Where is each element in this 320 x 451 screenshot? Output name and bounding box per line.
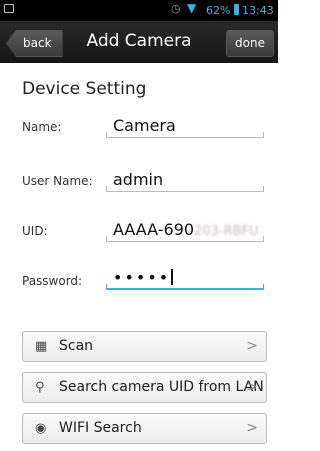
chevron-right-icon: > — [246, 379, 258, 395]
uid-label: UID: — [22, 224, 48, 238]
title-bar: back Add Camera done — [0, 21, 278, 63]
search-lan-button[interactable]: ⚲ Search camera UID from LAN > — [22, 372, 267, 403]
status-bar: ◷ ▼ 62% 13:43 — [0, 0, 278, 21]
password-field-underline — [106, 284, 264, 290]
username-label: User Name: — [22, 174, 93, 188]
name-label: Name: — [22, 120, 62, 134]
alarm-icon: ◷ — [171, 2, 181, 15]
text-cursor — [171, 269, 173, 285]
scan-button-label: Scan — [59, 338, 94, 354]
chevron-right-icon: > — [246, 338, 258, 354]
wifi-search-button[interactable]: ◉ WIFI Search > — [22, 413, 267, 444]
wifi-icon: ▼ — [187, 1, 197, 15]
done-button[interactable]: done — [226, 30, 274, 57]
wifi-search-button-label: WIFI Search — [59, 420, 142, 436]
scan-button[interactable]: ▦ Scan > — [22, 331, 267, 362]
battery-icon — [234, 4, 239, 15]
status-time: 13:43 — [242, 4, 274, 17]
search-icon: ⚲ — [35, 380, 45, 395]
wifi-icon: ◉ — [35, 421, 47, 436]
chevron-right-icon: > — [246, 420, 258, 436]
password-label: Password: — [22, 274, 83, 288]
name-field-underline — [106, 132, 264, 138]
search-lan-button-label: Search camera UID from LAN — [59, 379, 264, 395]
section-title: Device Setting — [22, 79, 147, 99]
uid-field-underline — [106, 236, 264, 242]
battery-percent: 62% — [206, 4, 231, 17]
username-field-underline — [106, 186, 264, 192]
qr-code-icon: ▦ — [35, 339, 48, 354]
notification-icon — [4, 4, 14, 13]
